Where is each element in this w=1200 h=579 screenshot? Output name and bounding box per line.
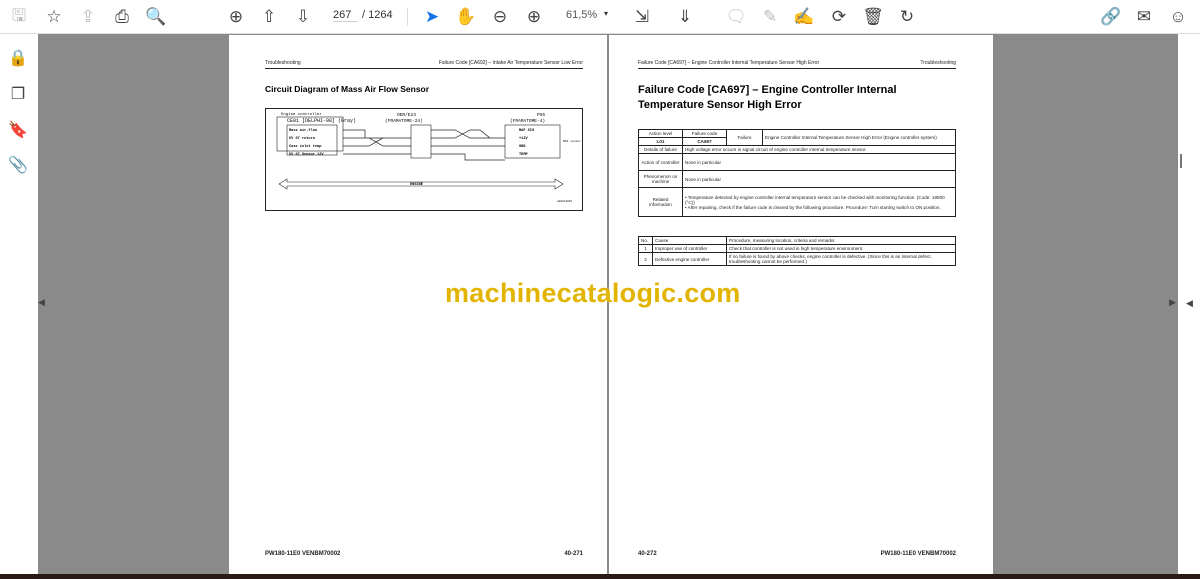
footer-page-number: 40-272 <box>638 551 657 557</box>
previous-page-button[interactable]: ⇧ <box>258 6 280 28</box>
failure-info-table: Action level Failure code Failure Engine Co… <box>638 129 956 217</box>
page-header-right: Troubleshooting <box>920 60 956 66</box>
pin-label: 5V 07 Sensor 12V <box>289 152 324 157</box>
expand-left-panel-icon[interactable]: ◀ <box>38 297 45 308</box>
search-zoom-icon[interactable]: 🔍 <box>145 6 167 28</box>
toolbar: 🖫 ☆ ⇪ ⎙ 🔍 ⊕ ⇧ ⇩ 267 / 1264 ➤ ✋ ⊖ ⊕ 61,5%… <box>0 0 1200 34</box>
page-number-input[interactable]: 267 <box>333 9 357 22</box>
cell: Improper use of controller <box>652 244 727 253</box>
related-item: • After repairing, check if the failure … <box>685 204 941 210</box>
cell: Related information <box>638 187 683 217</box>
page-header-right: Failure Code [CA692] – Intake Air Temper… <box>438 60 583 66</box>
cell: If no failure is found by above checks, … <box>726 252 956 266</box>
page-header-left: Troubleshooting <box>265 60 301 66</box>
p55-pin-label: TEMP <box>519 153 528 157</box>
pin-label: Mass air-flow <box>289 128 318 133</box>
bookmark-star-icon[interactable]: ☆ <box>43 6 65 28</box>
cell: Engine Controller Internal Temperature S… <box>762 129 956 146</box>
header-cell: Cause <box>652 236 727 245</box>
pages-icon[interactable]: ❐ <box>8 84 28 104</box>
collapse-right-icon[interactable]: ◀ <box>1186 298 1193 309</box>
ce01-label: CE01 [DELPHI-98] (Gray) <box>287 118 356 124</box>
cell: Check that controller is not used in hig… <box>726 244 956 253</box>
engine-label: ENGINE <box>410 183 424 187</box>
scroll-thumb[interactable] <box>1180 154 1182 168</box>
zoom-in-icon[interactable]: ⊕ <box>523 6 545 28</box>
p55-pin-label: MAF SIG <box>519 129 534 133</box>
chevron-down-icon[interactable]: ▾ <box>604 9 608 18</box>
pin-label: 5V 07 return <box>289 136 315 141</box>
pin-label: Case inlet temp <box>289 144 321 149</box>
cell: Failure code <box>682 129 727 138</box>
cell: 2 <box>638 252 653 266</box>
share-link-icon[interactable]: 🔗 <box>1100 6 1122 28</box>
lock-icon[interactable]: 🔒 <box>8 48 28 68</box>
taskbar-edge <box>0 574 1200 579</box>
sign-icon[interactable]: ✍ <box>793 6 815 28</box>
scroll-mode-icon[interactable]: ⇓ <box>674 6 696 28</box>
e24-type: (FRAMATOME-24) <box>385 118 423 124</box>
cell: Phenomenon on machine <box>638 170 683 188</box>
zoom-out-icon[interactable]: ⊖ <box>489 6 511 28</box>
section-title: Failure Code [CA697] – Engine Controller… <box>638 84 897 111</box>
prev-page-icon[interactable]: ⊕ <box>225 6 247 28</box>
watermark: machinecatalogic.com <box>445 278 741 308</box>
expand-right-panel-icon[interactable]: ▶ <box>1169 297 1176 308</box>
zoom-level-select[interactable]: 61,5% <box>566 9 597 21</box>
sensor-label: MAF sensor <box>563 140 581 143</box>
left-sidebar: 🔒 ❐ 🔖 📎 <box>0 34 38 574</box>
header-cell: Procedure, measuring location, criteria … <box>726 236 956 245</box>
diagram-ref: e00874815 <box>557 200 572 203</box>
bookmark-icon[interactable]: 🔖 <box>8 120 28 140</box>
cell: Failure <box>726 129 763 146</box>
cell: Defective engine controller <box>652 252 727 266</box>
related-item: • Temperature detected by engine control… <box>685 194 945 205</box>
footer-page-number: 40-271 <box>564 551 583 557</box>
cell: CA697 <box>682 137 727 146</box>
controller-label: Engine controller <box>281 112 322 117</box>
divider <box>407 8 408 26</box>
table-row: 1 Improper use of controller Check that co… <box>638 244 956 253</box>
highlight-pen-icon[interactable]: ✎ <box>759 6 781 28</box>
add-user-icon[interactable]: ☺ <box>1167 6 1189 28</box>
p55-label: P55 <box>537 112 545 118</box>
p55-pin-label: GND <box>519 145 526 149</box>
comment-icon[interactable]: 🗨 <box>725 6 747 28</box>
header-rule <box>638 68 956 69</box>
cell: None in particular <box>682 153 956 171</box>
cell: Action of controller <box>638 153 683 171</box>
cell: Details of failure <box>638 145 683 154</box>
delete-icon[interactable]: 🗑 <box>862 6 884 28</box>
e24-label: OEM/E24 <box>397 112 416 118</box>
select-tool-icon[interactable]: ➤ <box>421 6 443 28</box>
hand-tool-icon[interactable]: ✋ <box>455 6 477 28</box>
header-cell: No. <box>638 236 653 245</box>
cause-table: No. Cause Procedure, measuring location, c… <box>638 236 956 266</box>
footer-model: PW180-11E0 VENBM70002 <box>265 551 341 557</box>
header-rule <box>265 68 583 69</box>
page-total: / 1264 <box>362 9 393 21</box>
p55-pin-label: +12V <box>519 137 528 141</box>
cloud-upload-icon[interactable]: ⇪ <box>77 6 99 28</box>
attachment-icon[interactable]: 📎 <box>8 155 28 175</box>
cell: Action level <box>638 129 683 138</box>
rotate-pages-icon[interactable]: ⟳ <box>828 6 850 28</box>
footer-model: PW180-11E0 VENBM70002 <box>880 551 956 557</box>
print-icon[interactable]: ⎙ <box>111 6 133 28</box>
page-header-left: Failure Code [CA697] – Engine Controller… <box>638 60 820 66</box>
fit-page-icon[interactable]: ⇲ <box>631 6 653 28</box>
cell: None in particular <box>682 170 956 188</box>
scrollbar[interactable]: ◀ <box>1178 34 1200 574</box>
redo-icon[interactable]: ↻ <box>896 6 918 28</box>
table-row: 2 Defective engine controller If no failur… <box>638 252 956 266</box>
cell: High voltage error occurs in signal circ… <box>682 145 956 154</box>
circuit-diagram: Engine controller CE01 [DELPHI-98] (Gray… <box>265 108 583 211</box>
cell: 1 <box>638 244 653 253</box>
email-icon[interactable]: ✉ <box>1133 6 1155 28</box>
section-title: Circuit Diagram of Mass Air Flow Sensor <box>265 84 430 94</box>
p55-type: (FRAMATOME-4) <box>510 118 545 124</box>
cell: L01 <box>638 137 683 146</box>
save-icon[interactable]: 🖫 <box>8 6 30 28</box>
next-page-button[interactable]: ⇩ <box>292 6 314 28</box>
